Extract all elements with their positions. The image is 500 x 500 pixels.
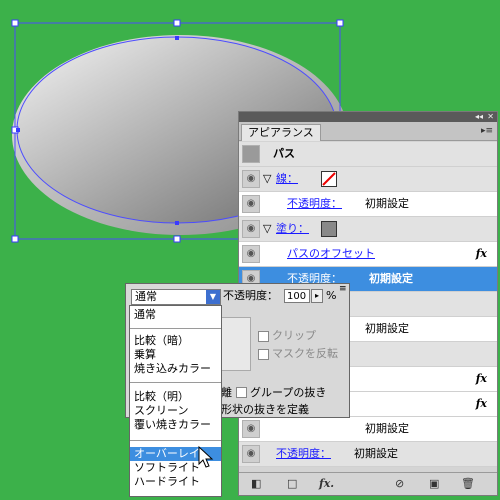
divider bbox=[130, 382, 221, 383]
path-label: パス bbox=[273, 147, 295, 160]
row-hidden-6[interactable]: ◉ 初期設定 bbox=[239, 417, 497, 442]
knockout-checkbox[interactable] bbox=[236, 387, 247, 398]
panel-menu-icon[interactable]: ▸≡ bbox=[481, 125, 493, 137]
add-effect-icon[interactable]: fx. bbox=[319, 477, 334, 491]
opacity-link[interactable]: 不透明度： bbox=[276, 442, 331, 466]
panel-tabbar: アピアランス ▸≡ bbox=[239, 122, 497, 141]
opacity-stepper-arrow-icon[interactable]: ▸ bbox=[311, 289, 323, 303]
percent-label: % bbox=[326, 289, 337, 302]
knockout-label: グループの抜き bbox=[250, 386, 327, 399]
eye-icon[interactable]: ◉ bbox=[242, 445, 260, 463]
blend-mode-select[interactable]: 通常 ▼ bbox=[131, 289, 221, 305]
blend-option-hard-light[interactable]: ハードライト bbox=[130, 475, 221, 489]
eye-icon[interactable]: ◉ bbox=[242, 220, 260, 238]
clear-icon[interactable]: ⊘ bbox=[395, 477, 404, 491]
blend-option-darken[interactable]: 比較（暗） bbox=[130, 334, 221, 348]
blend-option-color-burn[interactable]: 焼き込みカラー bbox=[130, 362, 221, 376]
invert-mask-label: マスクを反転 bbox=[272, 347, 338, 360]
opacity-label: 不透明度： bbox=[223, 289, 278, 302]
opacity-value: 初期設定 bbox=[369, 272, 413, 285]
trash-icon[interactable]: 🗑 bbox=[461, 477, 475, 491]
eye-icon[interactable]: ◉ bbox=[242, 195, 260, 213]
fill-gradient-swatch-icon[interactable] bbox=[321, 221, 337, 237]
row-stroke-opacity[interactable]: ◉ 不透明度： 初期設定 bbox=[239, 192, 497, 217]
fx-icon: fx bbox=[475, 397, 487, 410]
eye-icon[interactable]: ◉ bbox=[242, 420, 260, 438]
duplicate-icon[interactable]: ▣ bbox=[429, 477, 439, 491]
opacity-input[interactable]: 100 bbox=[284, 289, 310, 303]
disclosure-triangle-icon[interactable]: ▽ bbox=[263, 167, 271, 191]
blend-mode-value: 通常 bbox=[135, 290, 157, 303]
divider bbox=[130, 440, 221, 441]
opacity-value: 初期設定 bbox=[354, 447, 398, 460]
stroke-label[interactable]: 線： bbox=[276, 167, 298, 191]
stroke-none-swatch-icon[interactable] bbox=[321, 171, 337, 187]
blend-option-color-dodge[interactable]: 覆い焼きカラー bbox=[130, 418, 221, 432]
blend-option-multiply[interactable]: 乗算 bbox=[130, 348, 221, 362]
row-stroke[interactable]: ◉ ▽ 線： bbox=[239, 167, 497, 192]
opacity-link[interactable]: 不透明度： bbox=[287, 192, 342, 216]
row-path[interactable]: パス bbox=[239, 142, 497, 167]
close-icon[interactable]: ✕ bbox=[487, 112, 494, 122]
opacity-value: 初期設定 bbox=[365, 197, 409, 210]
invert-mask-checkbox[interactable] bbox=[258, 349, 269, 360]
fx-icon: fx bbox=[475, 372, 487, 385]
clip-checkbox[interactable] bbox=[258, 331, 269, 342]
collapse-icon[interactable]: ◂◂ bbox=[475, 112, 483, 122]
opacity-value: 初期設定 bbox=[365, 422, 409, 435]
thumbnail-icon bbox=[242, 145, 260, 163]
opacity-value: 初期設定 bbox=[365, 322, 409, 335]
blend-option-lighten[interactable]: 比較（明） bbox=[130, 390, 221, 404]
eye-icon[interactable]: ◉ bbox=[242, 170, 260, 188]
isolate-label: 離 bbox=[221, 386, 232, 399]
panel-titlebar[interactable]: ◂◂ ✕ bbox=[239, 112, 497, 122]
mask-thumbnail[interactable] bbox=[221, 317, 251, 371]
fill-label[interactable]: 塗り： bbox=[276, 217, 309, 241]
cursor-arrow-icon bbox=[198, 446, 214, 468]
tab-appearance[interactable]: アピアランス bbox=[241, 124, 321, 141]
chevron-down-icon[interactable]: ▼ bbox=[206, 290, 220, 304]
define-knockout-label: 形状の抜きを定義 bbox=[221, 403, 309, 416]
row-object-opacity[interactable]: ◉ 不透明度： 初期設定 bbox=[239, 442, 497, 467]
new-stroke-icon[interactable]: ◧ bbox=[251, 477, 261, 491]
clip-label: クリップ bbox=[272, 329, 316, 342]
divider bbox=[130, 328, 221, 329]
disclosure-triangle-icon[interactable]: ▽ bbox=[263, 217, 271, 241]
fx-icon: fx bbox=[475, 247, 487, 260]
row-fill[interactable]: ◉ ▽ 塗り： bbox=[239, 217, 497, 242]
panel-footer: ◧ □ fx. ⊘ ▣ 🗑 bbox=[239, 472, 497, 495]
popup-menu-icon[interactable]: ≡ bbox=[339, 282, 347, 296]
blend-option-normal[interactable]: 通常 bbox=[130, 308, 221, 322]
row-offset-path[interactable]: ◉ パスのオフセット fx bbox=[239, 242, 497, 267]
blend-option-screen[interactable]: スクリーン bbox=[130, 404, 221, 418]
eye-icon[interactable]: ◉ bbox=[242, 245, 260, 263]
new-fill-icon[interactable]: □ bbox=[287, 477, 297, 491]
offset-path-link[interactable]: パスのオフセット bbox=[287, 242, 375, 266]
